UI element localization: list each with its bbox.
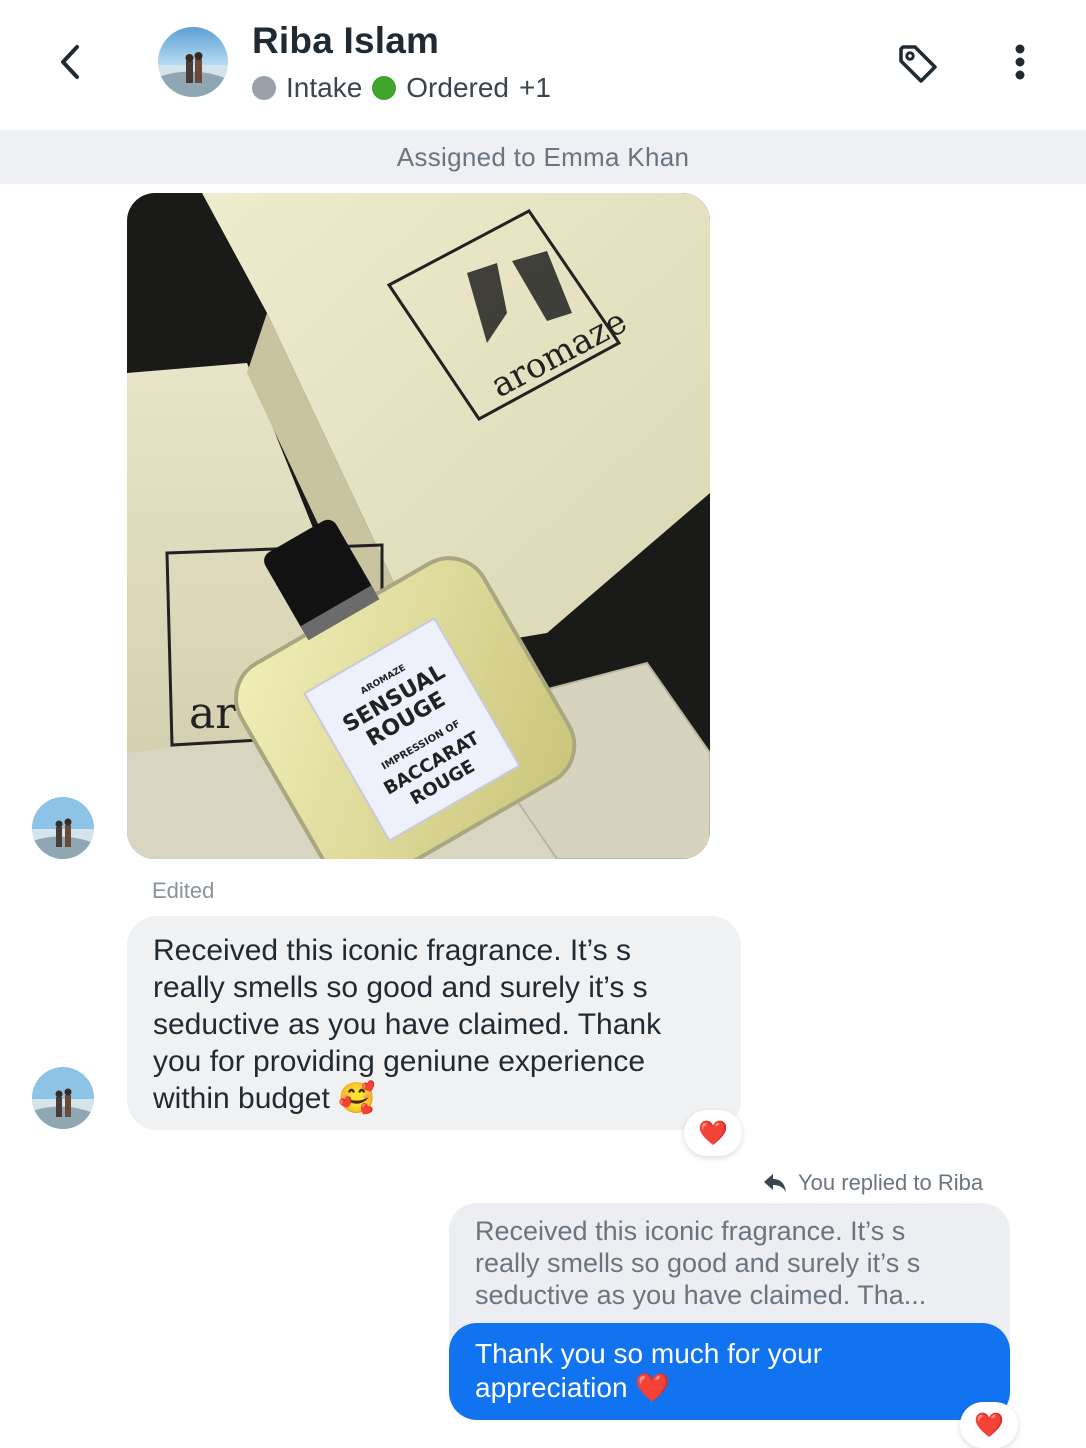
- tag-intake: Intake: [252, 72, 362, 104]
- contact-name[interactable]: Riba Islam: [252, 20, 439, 62]
- back-button[interactable]: [48, 40, 92, 84]
- reply-label-text: You replied to Riba: [798, 1170, 984, 1195]
- extra-tags-count: +1: [519, 72, 551, 103]
- tag-label: Intake: [286, 72, 363, 103]
- more-vertical-icon: [1015, 44, 1025, 80]
- tag-button[interactable]: [892, 38, 944, 90]
- message-line: really smells so good and surely it’s s: [153, 971, 648, 1004]
- reply-icon: [764, 1174, 786, 1192]
- reply-indicator: You replied to Riba: [762, 1170, 983, 1196]
- sender-avatar[interactable]: [32, 797, 94, 859]
- message-image[interactable]: aromaze ar AROMAZE SENSUAL ROUGE IMPRESS…: [127, 193, 710, 859]
- svg-text:ar: ar: [189, 688, 237, 739]
- tag-label: Ordered: [406, 72, 509, 103]
- heart-icon: ❤️: [974, 1411, 1004, 1439]
- tag-icon: [899, 45, 937, 83]
- message-line: seductive as you have claimed. Thank: [153, 1008, 662, 1041]
- chat-header: Riba Islam Intake Ordered +1: [0, 0, 1086, 130]
- message-line: you for providing geniune experience: [153, 1045, 645, 1078]
- message-line: Thank you so much for your: [475, 1338, 823, 1369]
- status-dot-icon: [372, 76, 397, 100]
- quoted-line: seductive as you have claimed. Tha...: [475, 1280, 927, 1310]
- sender-avatar[interactable]: [32, 1067, 94, 1129]
- heart-icon: ❤️: [698, 1119, 728, 1147]
- outgoing-message-bubble[interactable]: Thank you so much for your appreciation …: [449, 1323, 1010, 1420]
- contact-avatar[interactable]: [158, 27, 228, 97]
- message-line: appreciation ❤️: [475, 1372, 671, 1403]
- heart-reaction[interactable]: ❤️: [960, 1402, 1018, 1448]
- more-options-button[interactable]: [1000, 40, 1040, 84]
- quoted-line: really smells so good and surely it’s s: [475, 1248, 921, 1278]
- incoming-message-bubble[interactable]: Received this iconic fragrance. It’s s r…: [127, 916, 741, 1130]
- edited-label: Edited: [152, 878, 215, 903]
- tag-ordered: Ordered: [372, 72, 509, 104]
- heart-reaction[interactable]: ❤️: [684, 1110, 742, 1156]
- contact-tags[interactable]: Intake Ordered +1: [252, 72, 551, 104]
- chevron-left-icon: [61, 45, 79, 79]
- message-line: Received this iconic fragrance. It’s s: [153, 934, 631, 967]
- status-dot-icon: [252, 76, 276, 100]
- quoted-line: Received this iconic fragrance. It’s s: [475, 1216, 906, 1246]
- assigned-banner: Assigned to Emma Khan: [0, 130, 1086, 184]
- message-line: within budget 🥰: [153, 1082, 376, 1115]
